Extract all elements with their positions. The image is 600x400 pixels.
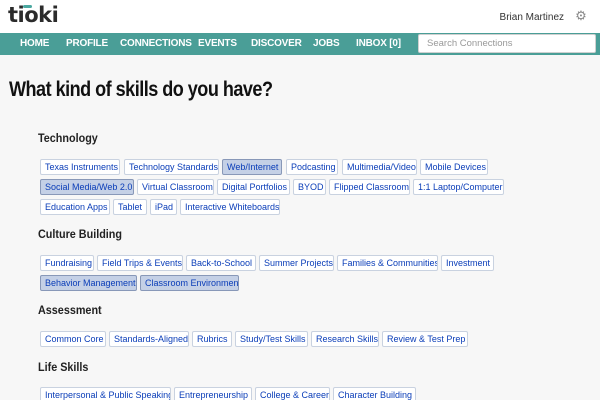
skill-chip[interactable]: BYOD (293, 179, 326, 195)
skill-chip[interactable]: Research Skills (311, 331, 379, 347)
section-title-life-skills: Life Skills (38, 360, 89, 374)
skill-chip[interactable]: Entrepreneurship (174, 387, 252, 400)
nav-discover[interactable]: DISCOVER (251, 33, 302, 55)
skill-chip[interactable]: iPad (150, 199, 177, 215)
skill-chip[interactable]: Education Apps (40, 199, 110, 215)
nav-events[interactable]: EVENTS (198, 33, 237, 55)
skill-chip[interactable]: Tablet (113, 199, 147, 215)
nav-connections[interactable]: CONNECTIONS (120, 33, 192, 55)
skill-chip[interactable]: Behavior Management (40, 275, 137, 291)
nav-profile[interactable]: PROFILE (66, 33, 108, 55)
page-title: What kind of skills do you have? (9, 78, 273, 101)
skill-chip[interactable]: Multimedia/Video (342, 159, 417, 175)
skill-chip[interactable]: Virtual Classroom (137, 179, 214, 195)
skill-chip[interactable]: Common Core (40, 331, 106, 347)
skill-chip[interactable]: Study/Test Skills (235, 331, 308, 347)
nav-home[interactable]: HOME (20, 33, 49, 55)
search-input[interactable] (418, 34, 596, 53)
skill-chip[interactable]: Interpersonal & Public Speaking (40, 387, 171, 400)
gear-icon[interactable]: ⚙ (574, 9, 588, 23)
skill-chip[interactable]: Rubrics (192, 331, 232, 347)
skill-chip[interactable]: Technology Standards (124, 159, 219, 175)
skill-chip[interactable]: Social Media/Web 2.0 (40, 179, 134, 195)
skill-chip[interactable]: Texas Instruments (40, 159, 120, 175)
section-title-technology: Technology (38, 131, 98, 145)
skill-chip[interactable]: Back-to-School (186, 255, 256, 271)
skill-chip[interactable]: Field Trips & Events (97, 255, 183, 271)
skill-chip[interactable]: Web/Internet (222, 159, 282, 175)
skill-chip[interactable]: Digital Portfolios (217, 179, 290, 195)
skill-chip[interactable]: Review & Test Prep (382, 331, 468, 347)
section-title-assessment: Assessment (38, 303, 102, 317)
top-bar: tioki Brian Martinez ⚙ (0, 0, 600, 33)
skill-chip[interactable]: Podcasting (286, 159, 338, 175)
logo-accent (23, 5, 32, 8)
nav-inbox[interactable]: INBOX [0] (356, 33, 401, 55)
skill-chip[interactable]: 1:1 Laptop/Computer (413, 179, 504, 195)
section-title-culture-building: Culture Building (38, 227, 122, 241)
skill-chip[interactable]: Fundraising (40, 255, 94, 271)
skill-chip[interactable]: Families & Communities (337, 255, 438, 271)
user-name[interactable]: Brian Martinez (500, 12, 564, 23)
skill-chip[interactable]: Interactive Whiteboards (180, 199, 280, 215)
logo[interactable]: tioki (8, 2, 59, 28)
skill-chip[interactable]: Standards-Aligned (109, 331, 189, 347)
skill-chip[interactable]: Summer Projects (259, 255, 334, 271)
skill-chip[interactable]: Mobile Devices (420, 159, 488, 175)
nav-jobs[interactable]: JOBS (313, 33, 340, 55)
skill-chip[interactable]: College & Career (255, 387, 330, 400)
skill-chip[interactable]: Investment (441, 255, 494, 271)
skill-chip[interactable]: Flipped Classroom (329, 179, 410, 195)
skill-chip[interactable]: Character Building (333, 387, 416, 400)
skill-chip[interactable]: Classroom Environment (140, 275, 239, 291)
